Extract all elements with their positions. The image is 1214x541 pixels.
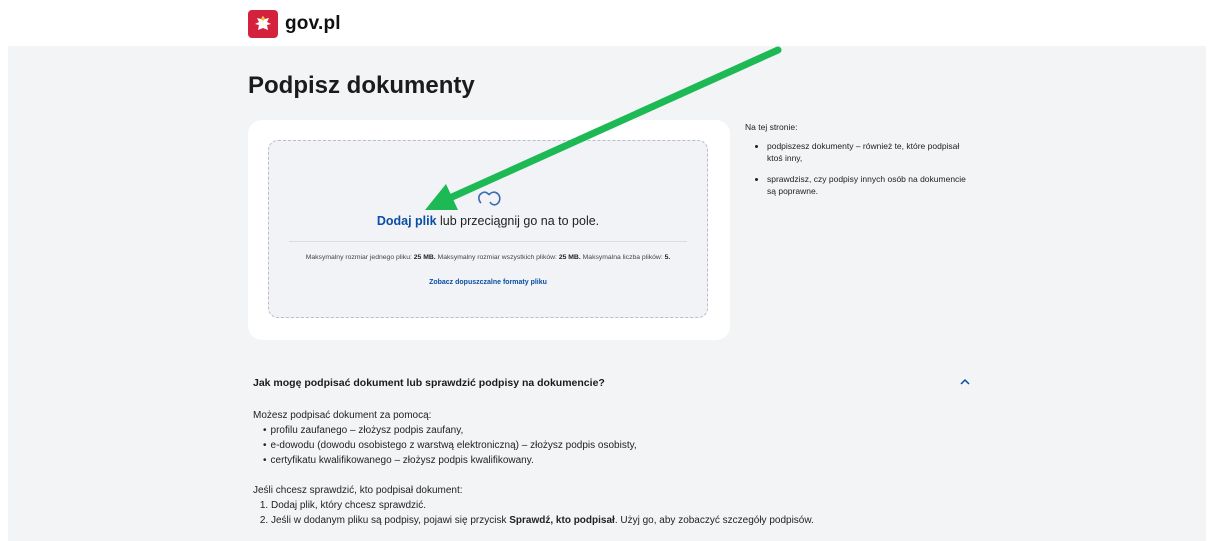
page-title: Podpisz dokumenty bbox=[248, 72, 475, 99]
check-steps: Dodaj plik, który chcesz sprawdzić. Jeśl… bbox=[253, 498, 953, 528]
list-item: sprawdzisz, czy podpisy innych osób na d… bbox=[767, 173, 975, 197]
gov-pl-logo[interactable]: gov.pl bbox=[248, 9, 341, 39]
page-summary: Na tej stronie: podpiszesz dokumenty – r… bbox=[745, 122, 975, 206]
signing-methods: profilu zaufanego – złożysz podpis zaufa… bbox=[253, 423, 953, 468]
logo-text: gov.pl bbox=[285, 13, 341, 34]
divider bbox=[289, 241, 687, 242]
list-item: Dodaj plik, który chcesz sprawdzić. bbox=[271, 498, 953, 513]
allowed-formats-link[interactable]: Zobacz dopuszczalne formaty pliku bbox=[269, 279, 707, 286]
faq-question[interactable]: Jak mogę podpisać dokument lub sprawdzić… bbox=[253, 377, 605, 389]
drag-hint: lub przeciągnij go na to pole. bbox=[436, 214, 600, 228]
list-item: e-dowodu (dowodu osobistego z warstwą el… bbox=[271, 438, 953, 453]
file-dropzone[interactable]: Dodaj plik lub przeciągnij go na to pole… bbox=[268, 140, 708, 318]
summary-list: podpiszesz dokumenty – również te, które… bbox=[745, 140, 975, 197]
check-signer-button-name: Sprawdź, kto podpisał bbox=[509, 515, 615, 526]
attach-icon bbox=[478, 191, 501, 206]
summary-heading: Na tej stronie: bbox=[745, 122, 798, 132]
add-file-link[interactable]: Dodaj plik bbox=[377, 214, 437, 228]
upload-instruction: Dodaj plik lub przeciągnij go na to pole… bbox=[269, 214, 707, 228]
list-item: profilu zaufanego – złożysz podpis zaufa… bbox=[271, 423, 953, 438]
polish-eagle-icon bbox=[248, 10, 278, 38]
check-intro: Jeśli chcesz sprawdzić, kto podpisał dok… bbox=[253, 485, 463, 496]
list-item: podpiszesz dokumenty – również te, które… bbox=[767, 140, 975, 164]
faq-answer: Możesz podpisać dokument za pomocą: prof… bbox=[253, 408, 953, 528]
list-item: Jeśli w dodanym pliku są podpisy, pojawi… bbox=[271, 513, 953, 528]
chevron-up-icon[interactable] bbox=[959, 377, 971, 387]
list-item: certyfikatu kwalifikowanego – złożysz po… bbox=[271, 453, 953, 468]
site-header: gov.pl bbox=[0, 0, 1214, 46]
upload-card: Dodaj plik lub przeciągnij go na to pole… bbox=[248, 120, 730, 340]
faq-intro: Możesz podpisać dokument za pomocą: bbox=[253, 410, 432, 421]
upload-limits: Maksymalny rozmiar jednego pliku: 25 MB.… bbox=[305, 254, 671, 261]
